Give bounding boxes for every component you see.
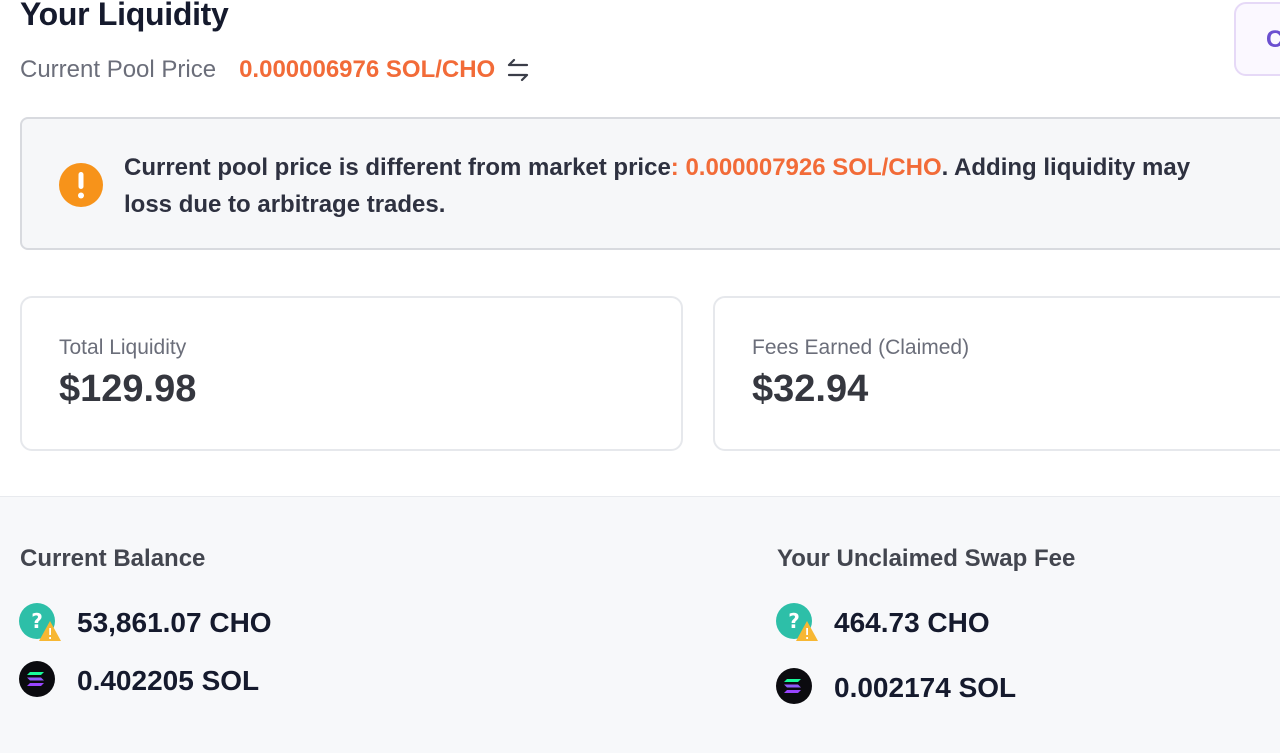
unclaimed-fee-cho-amount: 464.73 CHO	[834, 607, 990, 638]
current-balance-sol-row: 0.402205 SOL	[19, 661, 259, 701]
fees-earned-label: Fees Earned (Claimed)	[752, 336, 970, 359]
alert-message: Current pool price is different from mar…	[124, 149, 1280, 223]
market-price-value: : 0.000007926 SOL/CHO	[670, 154, 942, 181]
solana-icon	[776, 668, 818, 708]
page-title: Your Liquidity	[20, 0, 229, 32]
alert-text-part2: . Adding liquidity may	[941, 154, 1191, 181]
svg-text:?: ?	[788, 609, 800, 633]
current-balance-sol-amount: 0.402205 SOL	[77, 665, 260, 696]
total-liquidity-card: Total Liquidity $129.98	[20, 296, 683, 451]
fees-earned-value: $32.94	[752, 368, 869, 410]
top-right-button-label: C	[1266, 26, 1280, 53]
price-warning-alert: Current pool price is different from mar…	[20, 117, 1280, 250]
unclaimed-fee-title: Your Unclaimed Swap Fee	[777, 545, 1076, 572]
liquidity-page: Your Liquidity Current Pool Price 0.0000…	[0, 0, 1280, 753]
unknown-token-warning-icon: ?	[19, 603, 61, 643]
pool-price-label: Current Pool Price	[20, 56, 217, 83]
exclamation-warning-icon	[59, 163, 103, 207]
fees-earned-card: Fees Earned (Claimed) $32.94	[713, 296, 1280, 451]
balances-section: Current Balance ? 53,861.07 CHO 0.402205…	[0, 496, 1280, 753]
unclaimed-fee-sol-amount: 0.002174 SOL	[834, 672, 1017, 703]
swap-direction-icon[interactable]	[505, 57, 531, 83]
unknown-token-warning-icon: ?	[776, 603, 818, 643]
alert-line-1: Current pool price is different from mar…	[124, 149, 1280, 186]
svg-text:?: ?	[31, 609, 43, 633]
unclaimed-fee-sol-row: 0.002174 SOL	[776, 668, 1016, 708]
unclaimed-fee-cho-row: ? 464.73 CHO	[776, 603, 990, 643]
pool-price-row: Current Pool Price 0.000006976 SOL/CHO	[20, 54, 531, 86]
alert-line-2: loss due to arbitrage trades.	[124, 191, 446, 218]
top-right-action-button[interactable]: C	[1234, 2, 1280, 76]
solana-icon	[19, 661, 61, 701]
current-balance-cho-row: ? 53,861.07 CHO	[19, 603, 272, 643]
total-liquidity-value: $129.98	[59, 368, 197, 410]
alert-text-part1: Current pool price is different from mar…	[124, 154, 671, 181]
total-liquidity-label: Total Liquidity	[59, 336, 187, 359]
current-balance-title: Current Balance	[20, 545, 206, 572]
current-balance-cho-amount: 53,861.07 CHO	[77, 607, 272, 638]
pool-price-value: 0.000006976 SOL/CHO	[239, 56, 496, 83]
